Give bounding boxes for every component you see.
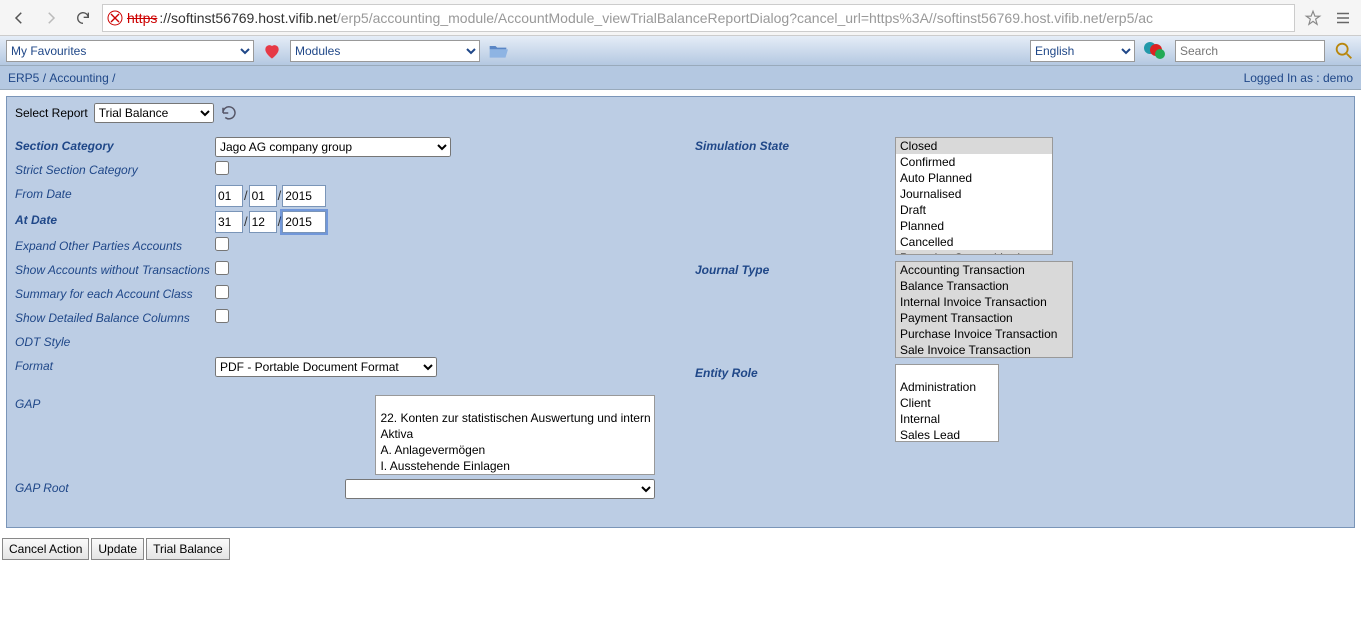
- gap-option[interactable]: I. Ausstehende Einlagen: [376, 458, 654, 474]
- expand-other-checkbox[interactable]: [215, 237, 229, 251]
- sim-state-option[interactable]: Closed: [896, 138, 1052, 154]
- sim-state-option[interactable]: Posted to General Ledger: [896, 250, 1052, 255]
- select-report-label: Select Report: [15, 106, 88, 120]
- from-date-label: From Date: [15, 185, 215, 201]
- entity-role-label: Entity Role: [695, 364, 895, 380]
- sim-state-label: Simulation State: [695, 137, 895, 153]
- browser-toolbar: https :// softinst56769.host.vifib.net /…: [0, 0, 1361, 36]
- action-bar: Cancel Action Update Trial Balance: [0, 534, 1361, 564]
- sim-state-option[interactable]: Confirmed: [896, 154, 1052, 170]
- report-dialog: Select Report Trial Balance Section Cate…: [6, 96, 1355, 528]
- favourites-select[interactable]: My Favourites: [6, 40, 254, 62]
- folder-open-icon[interactable]: [488, 42, 508, 60]
- update-button[interactable]: Update: [91, 538, 144, 560]
- sim-state-option[interactable]: Auto Planned: [896, 170, 1052, 186]
- breadcrumb-bar: ERP5 / Accounting / Logged In as : demo: [0, 66, 1361, 90]
- nav-back-button[interactable]: [6, 5, 32, 31]
- entity-option[interactable]: Administration: [896, 379, 998, 395]
- hamburger-menu-icon[interactable]: [1331, 6, 1355, 30]
- journal-option[interactable]: Balance Transaction: [896, 278, 1072, 294]
- language-flag-icon[interactable]: [1143, 41, 1167, 61]
- entity-option[interactable]: Client: [896, 395, 998, 411]
- journal-option[interactable]: Purchase Invoice Transaction: [896, 326, 1072, 342]
- entity-option[interactable]: Sales Lead: [896, 427, 998, 442]
- insecure-https-icon: [107, 10, 123, 26]
- gap-listbox[interactable]: 22. Konten zur statistischen Auswertung …: [375, 395, 655, 475]
- right-column: Simulation State Closed Confirmed Auto P…: [695, 137, 1346, 503]
- summary-class-label: Summary for each Account Class: [15, 285, 215, 301]
- journal-option[interactable]: Sale Invoice Transaction: [896, 342, 1072, 358]
- section-category-label: Section Category: [15, 137, 215, 153]
- search-input[interactable]: [1175, 40, 1325, 62]
- search-icon[interactable]: [1333, 40, 1355, 62]
- gap-option[interactable]: A. Anlagevermögen: [376, 442, 654, 458]
- strict-section-checkbox[interactable]: [215, 161, 229, 175]
- show-without-label: Show Accounts without Transactions: [15, 261, 215, 277]
- section-category-select[interactable]: Jago AG company group: [215, 137, 451, 157]
- sim-state-option[interactable]: Journalised: [896, 186, 1052, 202]
- sim-state-listbox[interactable]: Closed Confirmed Auto Planned Journalise…: [895, 137, 1053, 255]
- select-report-dropdown[interactable]: Trial Balance: [94, 103, 214, 123]
- url-path: /erp5/accounting_module/AccountModule_vi…: [337, 10, 1153, 26]
- summary-class-checkbox[interactable]: [215, 285, 229, 299]
- refresh-icon[interactable]: [220, 104, 238, 122]
- from-date-month[interactable]: [249, 185, 277, 207]
- url-scheme: https: [127, 10, 157, 26]
- modules-select[interactable]: Modules: [290, 40, 480, 62]
- from-date-day[interactable]: [215, 185, 243, 207]
- at-date-month[interactable]: [249, 211, 277, 233]
- sim-state-option[interactable]: Draft: [896, 202, 1052, 218]
- journal-option[interactable]: Accounting Transaction: [896, 262, 1072, 278]
- detailed-balance-checkbox[interactable]: [215, 309, 229, 323]
- erp5-topbar: My Favourites Modules English: [0, 36, 1361, 66]
- journal-type-label: Journal Type: [695, 261, 895, 277]
- show-without-checkbox[interactable]: [215, 261, 229, 275]
- expand-other-label: Expand Other Parties Accounts: [15, 237, 215, 253]
- bookmark-star-icon[interactable]: [1301, 6, 1325, 30]
- gap-root-label: GAP Root: [15, 479, 345, 495]
- at-date-year[interactable]: [282, 211, 326, 233]
- from-date-year[interactable]: [282, 185, 326, 207]
- sim-state-option[interactable]: Planned: [896, 218, 1052, 234]
- detailed-balance-label: Show Detailed Balance Columns: [15, 309, 215, 325]
- breadcrumb-accounting[interactable]: Accounting: [49, 71, 108, 85]
- format-select[interactable]: PDF - Portable Document Format: [215, 357, 437, 377]
- sim-state-option[interactable]: Cancelled: [896, 234, 1052, 250]
- url-bar[interactable]: https :// softinst56769.host.vifib.net /…: [102, 4, 1295, 32]
- url-sep: ://: [159, 10, 171, 26]
- entity-option[interactable]: Internal: [896, 411, 998, 427]
- entity-role-listbox[interactable]: Administration Client Internal Sales Lea…: [895, 364, 999, 442]
- nav-reload-button[interactable]: [70, 5, 96, 31]
- logged-in-as: Logged In as : demo: [1244, 71, 1353, 85]
- entity-option[interactable]: [896, 365, 998, 379]
- gap-root-select[interactable]: [345, 479, 655, 499]
- gap-option[interactable]: Aktiva: [376, 426, 654, 442]
- url-host: softinst56769.host.vifib.net: [171, 10, 337, 26]
- at-date-label: At Date: [15, 211, 215, 227]
- journal-type-listbox[interactable]: Accounting Transaction Balance Transacti…: [895, 261, 1073, 358]
- gap-option[interactable]: 22. Konten zur statistischen Auswertung …: [376, 410, 654, 426]
- left-column: Section Category Jago AG company group S…: [15, 137, 655, 503]
- trial-balance-button[interactable]: Trial Balance: [146, 538, 230, 560]
- odt-style-label: ODT Style: [15, 333, 215, 349]
- at-date-day[interactable]: [215, 211, 243, 233]
- cancel-action-button[interactable]: Cancel Action: [2, 538, 89, 560]
- nav-forward-button: [38, 5, 64, 31]
- journal-option[interactable]: Payment Transaction: [896, 310, 1072, 326]
- journal-option[interactable]: Internal Invoice Transaction: [896, 294, 1072, 310]
- strict-section-label: Strict Section Category: [15, 161, 215, 177]
- heart-icon[interactable]: [262, 41, 282, 61]
- format-label: Format: [15, 357, 215, 373]
- breadcrumb-erp5[interactable]: ERP5: [8, 71, 39, 85]
- language-select[interactable]: English: [1030, 40, 1135, 62]
- gap-label: GAP: [15, 395, 375, 411]
